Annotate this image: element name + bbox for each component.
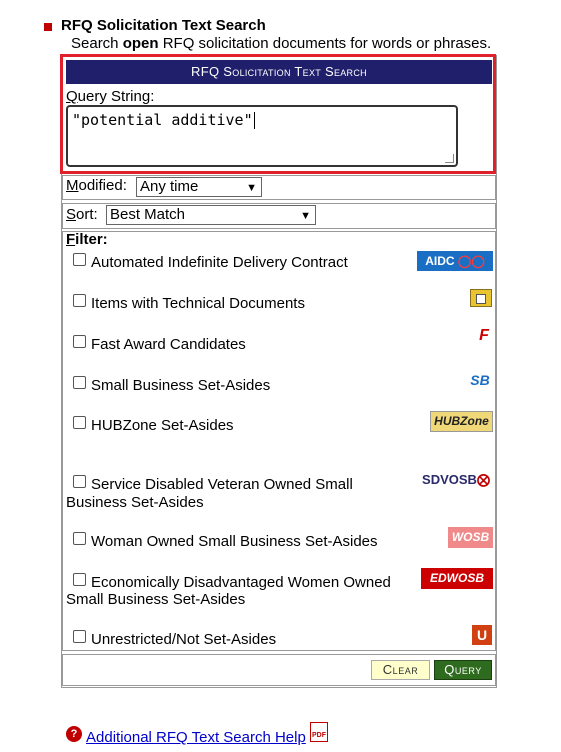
edwosb-icon: EDWOSB: [421, 568, 493, 589]
sort-label: Sort:: [66, 206, 98, 223]
chevron-down-icon: ▼: [246, 182, 257, 194]
hubzone-icon: HUBZone: [430, 411, 493, 432]
modified-select[interactable]: Any time ▼: [136, 177, 262, 197]
technical-document-icon: [470, 289, 492, 307]
filter-checkbox-hubzone[interactable]: [73, 416, 86, 429]
chevron-down-icon: ▼: [300, 210, 311, 222]
filter-checkbox-wosb[interactable]: [73, 532, 86, 545]
aidc-icon: AIDC ◯◯: [417, 251, 493, 271]
page-subtitle: Search open RFQ solicitation documents f…: [71, 35, 492, 52]
title-bullet-icon: [44, 23, 52, 31]
clear-button[interactable]: Clear: [371, 660, 430, 680]
filter-label-technical[interactable]: Items with Technical Documents: [91, 295, 305, 313]
query-string-label: Query String:: [66, 88, 155, 105]
filter-checkbox-fast-award[interactable]: [73, 335, 86, 348]
button-row: [62, 654, 496, 686]
page-title: RFQ Solicitation Text Search: [61, 17, 266, 34]
filter-label-sdvosb[interactable]: Service Disabled Veteran Owned Small: [91, 476, 353, 494]
filter-checkbox-technical[interactable]: [73, 294, 86, 307]
filter-label-sdvosb-line2[interactable]: Business Set-Asides: [66, 494, 204, 512]
pdf-icon[interactable]: PDF: [310, 722, 328, 742]
modified-row: [62, 175, 496, 200]
filter-checkbox-unrestricted[interactable]: [73, 630, 86, 643]
filter-label-aidc[interactable]: Automated Indefinite Delivery Contract: [91, 254, 348, 272]
filter-label-wosb[interactable]: Woman Owned Small Business Set-Asides: [91, 533, 378, 551]
help-icon: ?: [66, 726, 82, 742]
panel-heading: RFQ Solicitation Text Search: [66, 60, 492, 84]
filter-checkbox-aidc[interactable]: [73, 253, 86, 266]
fast-award-icon: F: [479, 327, 489, 344]
filter-label-edwosb[interactable]: Economically Disadvantaged Women Owned: [91, 574, 391, 592]
help-link[interactable]: Additional RFQ Text Search Help: [86, 729, 306, 746]
sdvosb-icon: SDVOSB⨂: [422, 472, 490, 487]
sort-select[interactable]: Best Match ▼: [106, 205, 316, 225]
filter-label-edwosb-line2[interactable]: Small Business Set-Asides: [66, 591, 245, 609]
filter-label: Filter:: [66, 231, 108, 248]
resize-grip-icon[interactable]: [445, 154, 454, 163]
modified-label: Modified:: [66, 177, 127, 194]
filter-label-fast-award[interactable]: Fast Award Candidates: [91, 336, 246, 354]
filter-label-unrestricted[interactable]: Unrestricted/Not Set-Asides: [91, 631, 276, 649]
wosb-icon: WOSB: [448, 527, 493, 548]
filter-label-small-business[interactable]: Small Business Set-Asides: [91, 377, 270, 395]
query-button[interactable]: Query: [434, 660, 492, 680]
query-string-input[interactable]: "potential additive": [66, 105, 458, 167]
filter-checkbox-sdvosb[interactable]: [73, 475, 86, 488]
sb-icon: SB: [470, 372, 490, 388]
filter-label-hubzone[interactable]: HUBZone Set-Asides: [91, 417, 234, 435]
filter-checkbox-edwosb[interactable]: [73, 573, 86, 586]
unrestricted-icon: U: [472, 625, 492, 645]
filter-checkbox-small-business[interactable]: [73, 376, 86, 389]
